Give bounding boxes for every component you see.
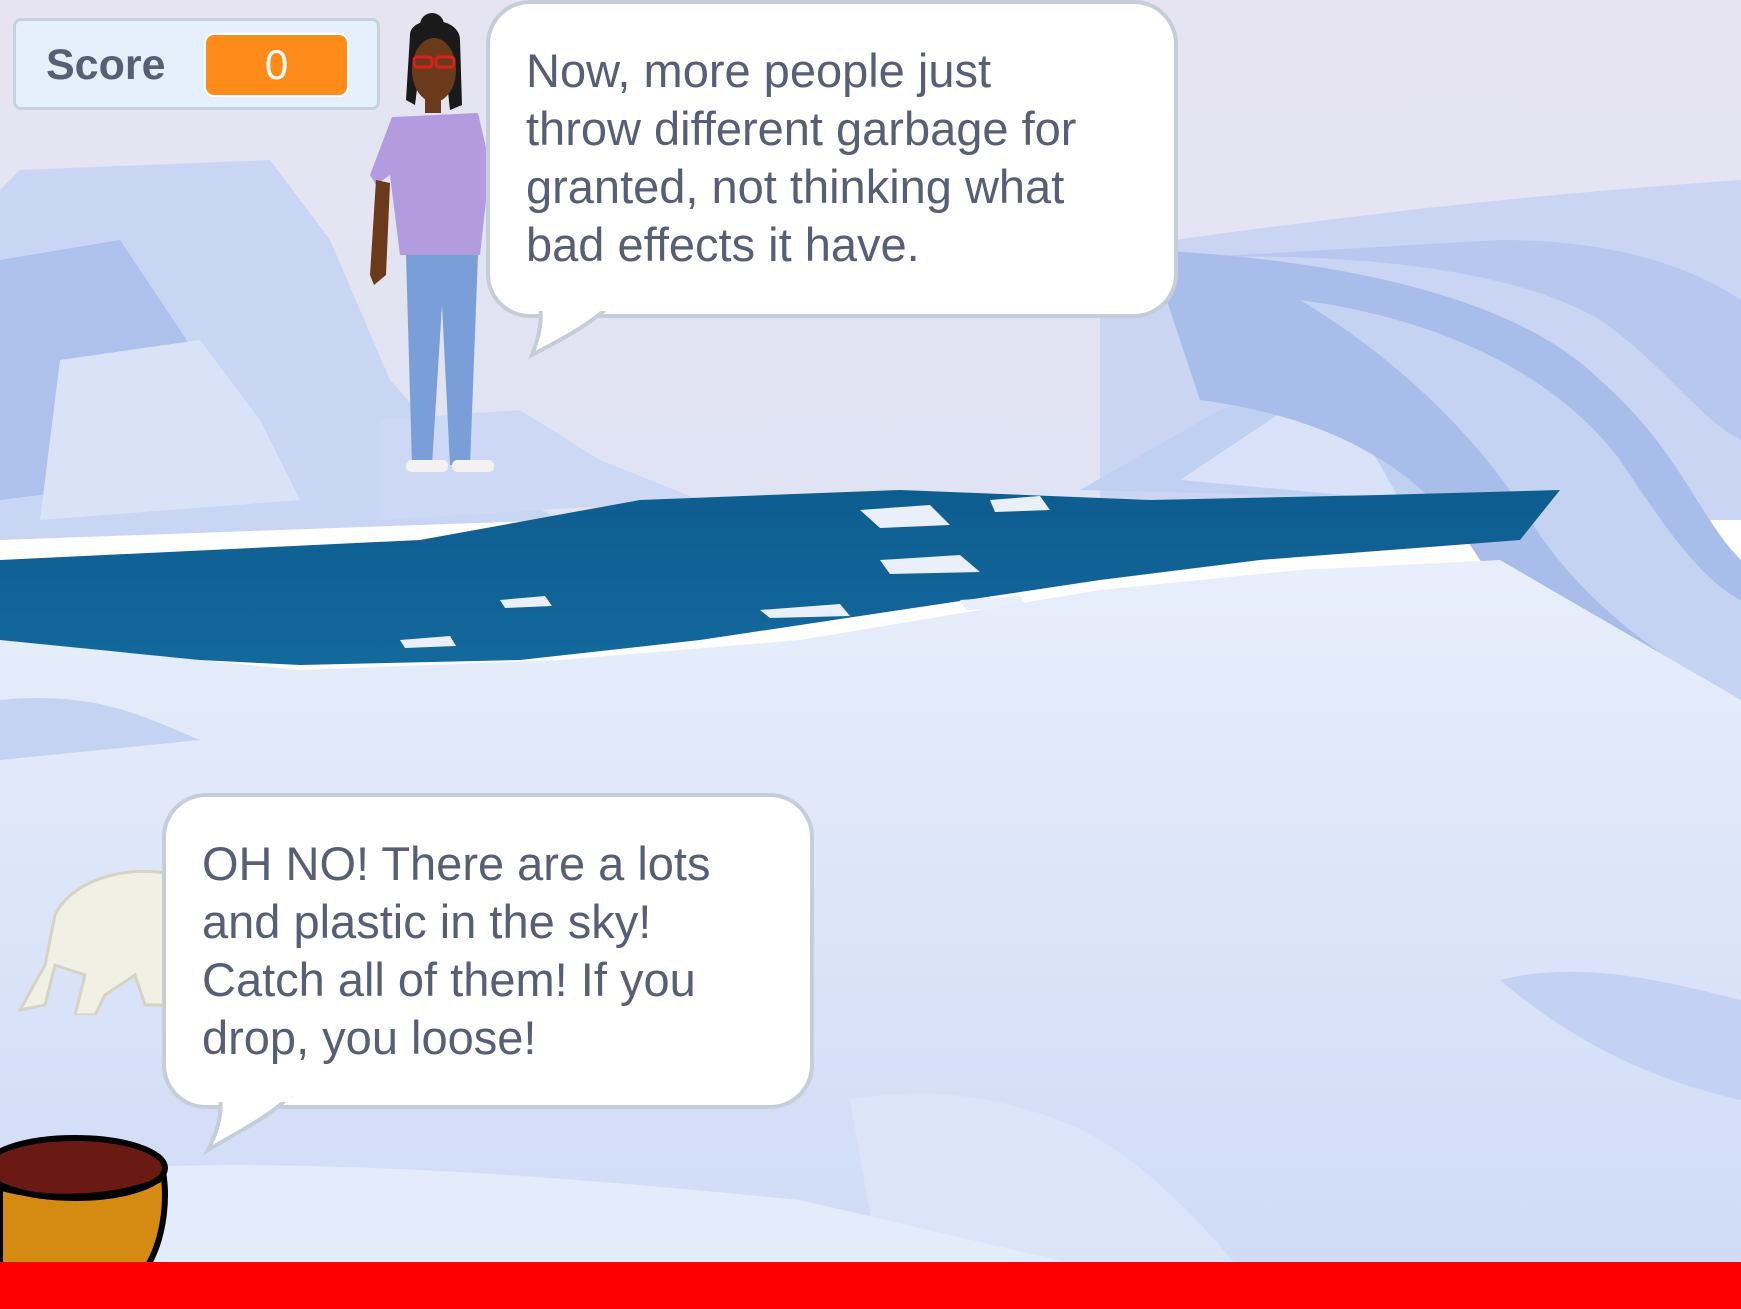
game-stage[interactable]: Score 0 Now, more people just throw diff… — [0, 0, 1741, 1309]
girl-bubble-tail — [528, 305, 613, 360]
score-label: Score — [46, 41, 166, 89]
score-value: 0 — [204, 33, 349, 97]
polar-bear-sprite[interactable] — [15, 855, 175, 1015]
bear-speech-bubble: OH NO! There are a lots and plastic in t… — [162, 793, 814, 1109]
girl-speech-bubble: Now, more people just throw different ga… — [486, 0, 1178, 318]
bear-bubble-tail — [203, 1096, 293, 1156]
score-monitor: Score 0 — [13, 18, 380, 110]
floor-bar — [0, 1262, 1741, 1309]
